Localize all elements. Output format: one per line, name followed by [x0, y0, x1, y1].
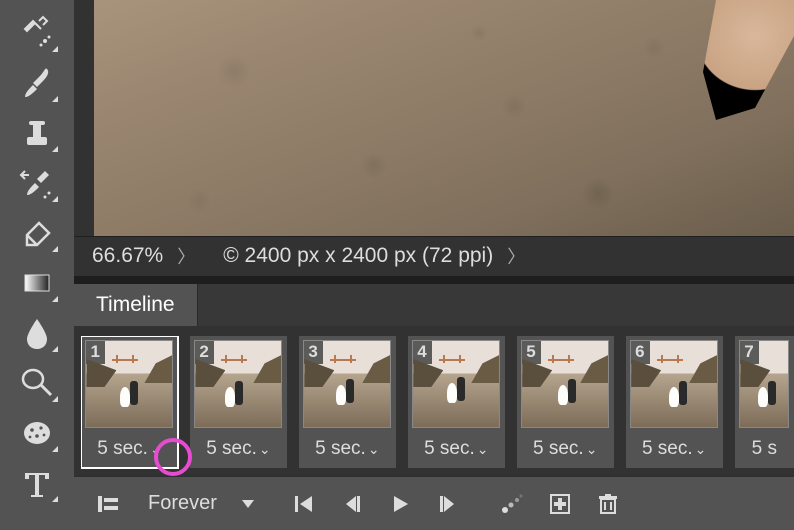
- frame-delay-button[interactable]: 5 sec. ⌄: [424, 438, 488, 460]
- canvas-image-content: [94, 0, 794, 236]
- loop-label: Forever: [148, 492, 217, 515]
- frame-delay-label: 5 sec.: [206, 438, 257, 460]
- document-canvas[interactable]: [94, 0, 794, 236]
- frame-delay-button[interactable]: 5 sec. ⌄: [642, 438, 706, 460]
- frame-delay-button[interactable]: 5 sec. ⌄: [97, 438, 161, 460]
- gradient-tool[interactable]: [10, 258, 64, 308]
- frame-item[interactable]: 7 5 s: [735, 336, 794, 468]
- frame-delay-button[interactable]: 5 s: [752, 438, 777, 460]
- frame-thumbnail: 6: [630, 340, 718, 428]
- frame-thumbnail: 3: [303, 340, 391, 428]
- frame-item[interactable]: 1 5 sec. ⌄: [81, 336, 178, 468]
- chevron-down-icon: ⌄: [586, 441, 598, 458]
- blur-tool[interactable]: [10, 308, 64, 358]
- frame-item[interactable]: 2 5 sec. ⌄: [190, 336, 287, 468]
- first-frame-button[interactable]: [280, 482, 328, 526]
- previous-frame-button[interactable]: [328, 482, 376, 526]
- status-bar: 66.67% 〉 © 2400 px x 2400 px (72 ppi) 〉: [74, 236, 794, 274]
- tools-panel: [0, 0, 74, 530]
- dodge-tool[interactable]: [10, 358, 64, 408]
- chevron-down-icon: ⌄: [368, 441, 380, 458]
- frame-delay-label: 5 sec.: [642, 438, 693, 460]
- frame-item[interactable]: 5 5 sec. ⌄: [517, 336, 614, 468]
- frame-delay-button[interactable]: 5 sec. ⌄: [206, 438, 270, 460]
- frame-delay-label: 5 sec.: [315, 438, 366, 460]
- frame-delay-label: 5 sec.: [424, 438, 475, 460]
- chevron-down-icon: ⌄: [259, 441, 271, 458]
- tab-timeline[interactable]: Timeline: [74, 284, 198, 326]
- frame-thumbnail: 2: [194, 340, 282, 428]
- loop-select[interactable]: Forever: [132, 486, 266, 522]
- chevron-right-icon[interactable]: 〉: [177, 243, 195, 269]
- type-tool[interactable]: [10, 458, 64, 508]
- healing-brush-tool[interactable]: [10, 8, 64, 58]
- tween-button[interactable]: [488, 482, 536, 526]
- frame-item[interactable]: 4 5 sec. ⌄: [408, 336, 505, 468]
- next-frame-button[interactable]: [424, 482, 472, 526]
- play-button[interactable]: [376, 482, 424, 526]
- chevron-right-icon[interactable]: 〉: [507, 243, 525, 269]
- timeline-panel: Timeline 1 5 sec. ⌄ 2 5 sec. ⌄: [74, 276, 794, 530]
- frame-delay-label: 5 s: [752, 438, 777, 460]
- frame-delay-label: 5 sec.: [533, 438, 584, 460]
- zoom-level[interactable]: 66.67%: [92, 244, 163, 268]
- frames-strip: 1 5 sec. ⌄ 2 5 sec. ⌄ 3: [81, 336, 794, 472]
- chevron-down-icon: [242, 500, 254, 508]
- frame-thumbnail: 5: [521, 340, 609, 428]
- history-brush-tool[interactable]: [10, 158, 64, 208]
- frame-thumbnail: 7: [739, 340, 789, 428]
- frame-item[interactable]: 6 5 sec. ⌄: [626, 336, 723, 468]
- frame-delay-button[interactable]: 5 sec. ⌄: [533, 438, 597, 460]
- frame-item[interactable]: 3 5 sec. ⌄: [299, 336, 396, 468]
- document-info: © 2400 px x 2400 px (72 ppi): [223, 244, 493, 268]
- frame-delay-label: 5 sec.: [97, 438, 148, 460]
- chevron-down-icon: ⌄: [477, 441, 489, 458]
- frame-thumbnail: 4: [412, 340, 500, 428]
- panel-tabs: Timeline: [74, 284, 794, 326]
- sponge-tool[interactable]: [10, 408, 64, 458]
- delete-frame-button[interactable]: [584, 482, 632, 526]
- frame-thumbnail: 1: [85, 340, 173, 428]
- eraser-tool[interactable]: [10, 208, 64, 258]
- duplicate-frame-button[interactable]: [536, 482, 584, 526]
- convert-timeline-button[interactable]: [84, 482, 132, 526]
- brush-tool[interactable]: [10, 58, 64, 108]
- chevron-down-icon: ⌄: [695, 441, 707, 458]
- timeline-controls: Forever: [74, 476, 794, 530]
- frame-delay-button[interactable]: 5 sec. ⌄: [315, 438, 379, 460]
- chevron-down-icon: ⌄: [150, 441, 162, 458]
- clone-stamp-tool[interactable]: [10, 108, 64, 158]
